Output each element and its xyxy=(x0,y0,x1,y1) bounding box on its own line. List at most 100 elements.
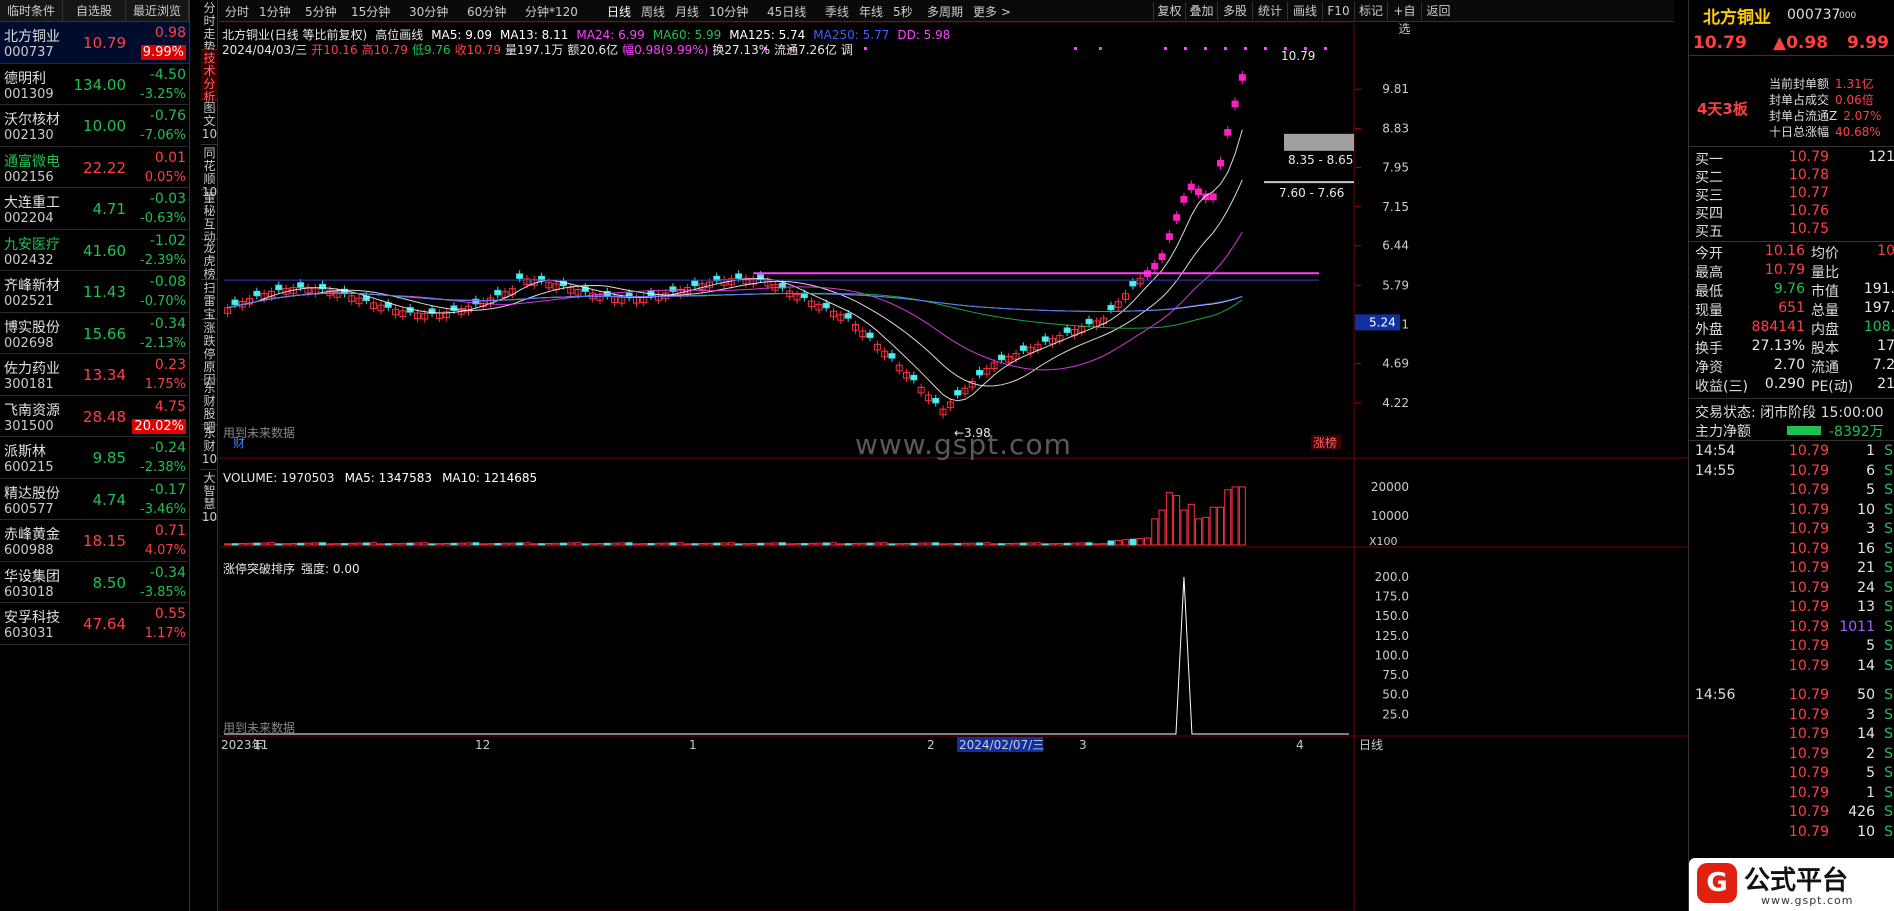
indicator-y-tick: 200.0 xyxy=(1375,570,1409,584)
side-tab[interactable]: 董秘互动 xyxy=(201,190,218,244)
period-tab[interactable]: 60分钟 xyxy=(467,3,506,20)
period-tab[interactable]: 30分钟 xyxy=(409,3,448,20)
period-tab[interactable]: 年线 xyxy=(859,3,883,20)
volume-bar xyxy=(976,542,984,546)
period-tab[interactable]: 季线 xyxy=(825,3,849,20)
period-tab[interactable]: 月线 xyxy=(675,3,699,20)
volume-bar xyxy=(771,542,779,546)
tab-recent[interactable]: 最近浏览 xyxy=(126,0,189,21)
period-tab[interactable]: 10分钟 xyxy=(709,3,748,20)
orderbook-row: 买一 10.79 121 xyxy=(1689,149,1894,169)
volume-bar xyxy=(406,542,414,546)
watchlist-row[interactable]: 北方铜业 000737 10.79 0.98 9.99% xyxy=(0,22,189,64)
toolbar-button[interactable]: 叠加 xyxy=(1185,2,1217,20)
watchlist-row[interactable]: 佐力药业 300181 13.34 0.23 1.75% xyxy=(0,354,189,396)
period-tab[interactable]: 分钟*120 xyxy=(525,3,578,20)
watchlist-row[interactable]: 齐峰新材 002521 11.43 -0.08 -0.70% xyxy=(0,271,189,313)
period-tab[interactable]: 分时 xyxy=(225,3,249,20)
watchlist-row[interactable]: 博实股份 002698 15.66 -0.34 -2.13% xyxy=(0,313,189,354)
tick-volume: 3 xyxy=(1866,521,1875,537)
period-tab[interactable]: 45日线 xyxy=(767,3,806,20)
stock-change: -0.34 xyxy=(149,564,186,581)
toolbar-button[interactable]: 多股 xyxy=(1217,2,1252,20)
side-tab[interactable]: 图文10 xyxy=(201,100,218,145)
stats-value: 197. xyxy=(1863,300,1894,316)
stats-value: 7.2 xyxy=(1872,357,1894,373)
volume-bar xyxy=(1005,542,1013,546)
volume-bar xyxy=(508,542,516,546)
tick-direction: S xyxy=(1884,823,1893,840)
period-tab[interactable]: 多周期 xyxy=(927,3,963,20)
tick-price: 10.79 xyxy=(1788,687,1829,703)
volume-bar xyxy=(684,543,692,546)
watchlist-row[interactable]: 华设集团 603018 8.50 -0.34 -3.85% xyxy=(0,562,189,603)
tab-temp-condition[interactable]: 临时条件 xyxy=(0,0,63,21)
main-flow-label: 主力净额 xyxy=(1695,424,1751,440)
toolbar-button[interactable]: 统计 xyxy=(1252,2,1287,20)
chart-frame xyxy=(219,22,1355,911)
stock-change: 0.55 xyxy=(154,606,186,622)
stock-name: 安孚科技 xyxy=(4,610,60,626)
watchlist-row[interactable]: 通富微电 002156 22.22 0.01 0.05% xyxy=(0,147,189,188)
side-tabs: 分时走势 技术分析 图文10 同花顺10 董秘互动 龙虎榜 扫雷宝 涨跌停原因 东财股吧 东财10… xyxy=(201,0,218,911)
watchlist-row[interactable]: 精达股份 600577 4.74 -0.17 -3.46% xyxy=(0,479,189,520)
side-tab[interactable]: 龙虎榜 xyxy=(201,240,218,281)
toolbar-button[interactable]: 返回 xyxy=(1421,2,1455,20)
period-tab[interactable]: 5秒 xyxy=(893,3,913,20)
toolbar-button[interactable]: F10 xyxy=(1322,2,1354,20)
kline-chart-area[interactable]: 9.818.837.957.156.445.795.214.694.225.24… xyxy=(219,22,1688,911)
period-tab[interactable]: 更多 > xyxy=(973,3,1011,20)
side-tab[interactable]: 东财股吧 xyxy=(201,380,218,434)
side-tab[interactable]: 技术分析 xyxy=(201,50,218,104)
indicator-line xyxy=(224,576,1349,735)
candle-body xyxy=(1107,304,1115,311)
period-tab[interactable]: 15分钟 xyxy=(351,3,390,20)
side-tab[interactable]: 大智慧10 xyxy=(201,470,218,524)
candles xyxy=(224,70,1246,419)
period-tab[interactable]: 5分钟 xyxy=(305,3,337,20)
volume-bar xyxy=(691,543,699,546)
indicator-name[interactable]: 高位画线 xyxy=(375,28,423,42)
orderbook-price: 10.76 xyxy=(1788,203,1829,219)
side-tab[interactable]: 分时走势 xyxy=(201,0,218,54)
divider xyxy=(1689,55,1894,56)
volume-bar xyxy=(333,543,341,546)
period-tab[interactable]: 1分钟 xyxy=(259,3,291,20)
period-tab[interactable]: 日线 xyxy=(607,3,631,20)
tab-self-selected[interactable]: 自选股 xyxy=(63,0,126,21)
volume-bar xyxy=(1231,486,1239,546)
volume-bar xyxy=(618,542,626,546)
side-tab[interactable]: 同花顺10 xyxy=(201,145,218,199)
toolbar-button[interactable]: 画线 xyxy=(1287,2,1322,20)
watchlist-row[interactable]: 飞南资源 301500 28.48 4.75 20.02% xyxy=(0,396,189,437)
tick-time: 14:56 xyxy=(1695,687,1736,703)
period-tab[interactable]: 周线 xyxy=(641,3,665,20)
stock-pct: -3.85% xyxy=(130,585,186,600)
orderbook-volume: 121 xyxy=(1868,149,1894,165)
side-tab[interactable]: 涨跌停原因 xyxy=(201,320,218,387)
toolbar-button[interactable]: 标记 xyxy=(1354,2,1387,20)
tick-row: 10.79 16 S xyxy=(1689,541,1894,561)
watchlist-row[interactable]: 德明利 001309 134.00 -4.50 -3.25% xyxy=(0,64,189,105)
watchlist-row[interactable]: 沃尔核材 002130 10.00 -0.76 -7.06% xyxy=(0,105,189,147)
side-tab[interactable]: 东财10 xyxy=(201,425,218,470)
watchlist-row[interactable]: 派斯林 600215 9.85 -0.24 -2.38% xyxy=(0,437,189,479)
watchlist-row[interactable]: 安孚科技 603031 47.64 0.55 1.17% xyxy=(0,603,189,645)
watchlist-row[interactable]: 赤峰黄金 600988 18.15 0.71 4.07% xyxy=(0,520,189,562)
y-tick-label: 4.22 xyxy=(1382,396,1409,410)
stock-change: 4.75 xyxy=(154,398,186,415)
stock-pct: -2.39% xyxy=(130,253,186,268)
seal-info-label: 封单占流通Z xyxy=(1769,109,1838,123)
day-info-change: 幅0.98(9.99%) xyxy=(622,43,709,57)
tick-volume: 1 xyxy=(1866,784,1875,801)
watchlist-row[interactable]: 九安医疗 002432 41.60 -1.02 -2.39% xyxy=(0,230,189,271)
chart-title: 北方铜业(日线 等比前复权) xyxy=(222,28,368,42)
toolbar-button[interactable]: +自选 xyxy=(1387,2,1421,36)
toolbar-button[interactable]: 复权 xyxy=(1153,2,1185,20)
stock-title: 北方铜业 xyxy=(1703,8,1771,28)
volume-bar xyxy=(413,542,421,546)
candle-body xyxy=(516,273,524,279)
side-tab[interactable]: 扫雷宝 xyxy=(201,280,218,321)
watchlist-row[interactable]: 大连重工 002204 4.71 -0.03 -0.63% xyxy=(0,188,189,230)
stock-pct-value: 0.05% xyxy=(144,169,186,185)
